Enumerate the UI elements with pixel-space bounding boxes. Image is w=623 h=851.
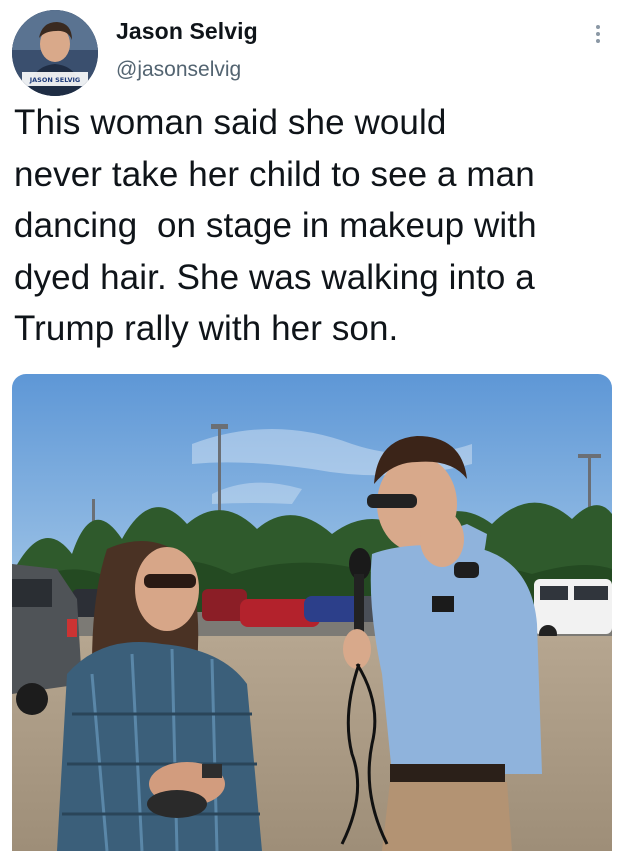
tweet-card: JASON SELVIG Jason Selvig @jasonselvig T… xyxy=(0,0,623,851)
tweet-text: This woman said she would never take her… xyxy=(14,103,537,348)
author-display-name[interactable]: Jason Selvig xyxy=(116,18,258,45)
author-avatar[interactable]: JASON SELVIG xyxy=(12,10,98,96)
more-vertical-icon[interactable] xyxy=(588,22,608,46)
author-handle[interactable]: @jasonselvig xyxy=(116,58,241,82)
tweet-photo[interactable] xyxy=(12,374,612,851)
avatar-banner-text: JASON SELVIG xyxy=(29,76,81,84)
